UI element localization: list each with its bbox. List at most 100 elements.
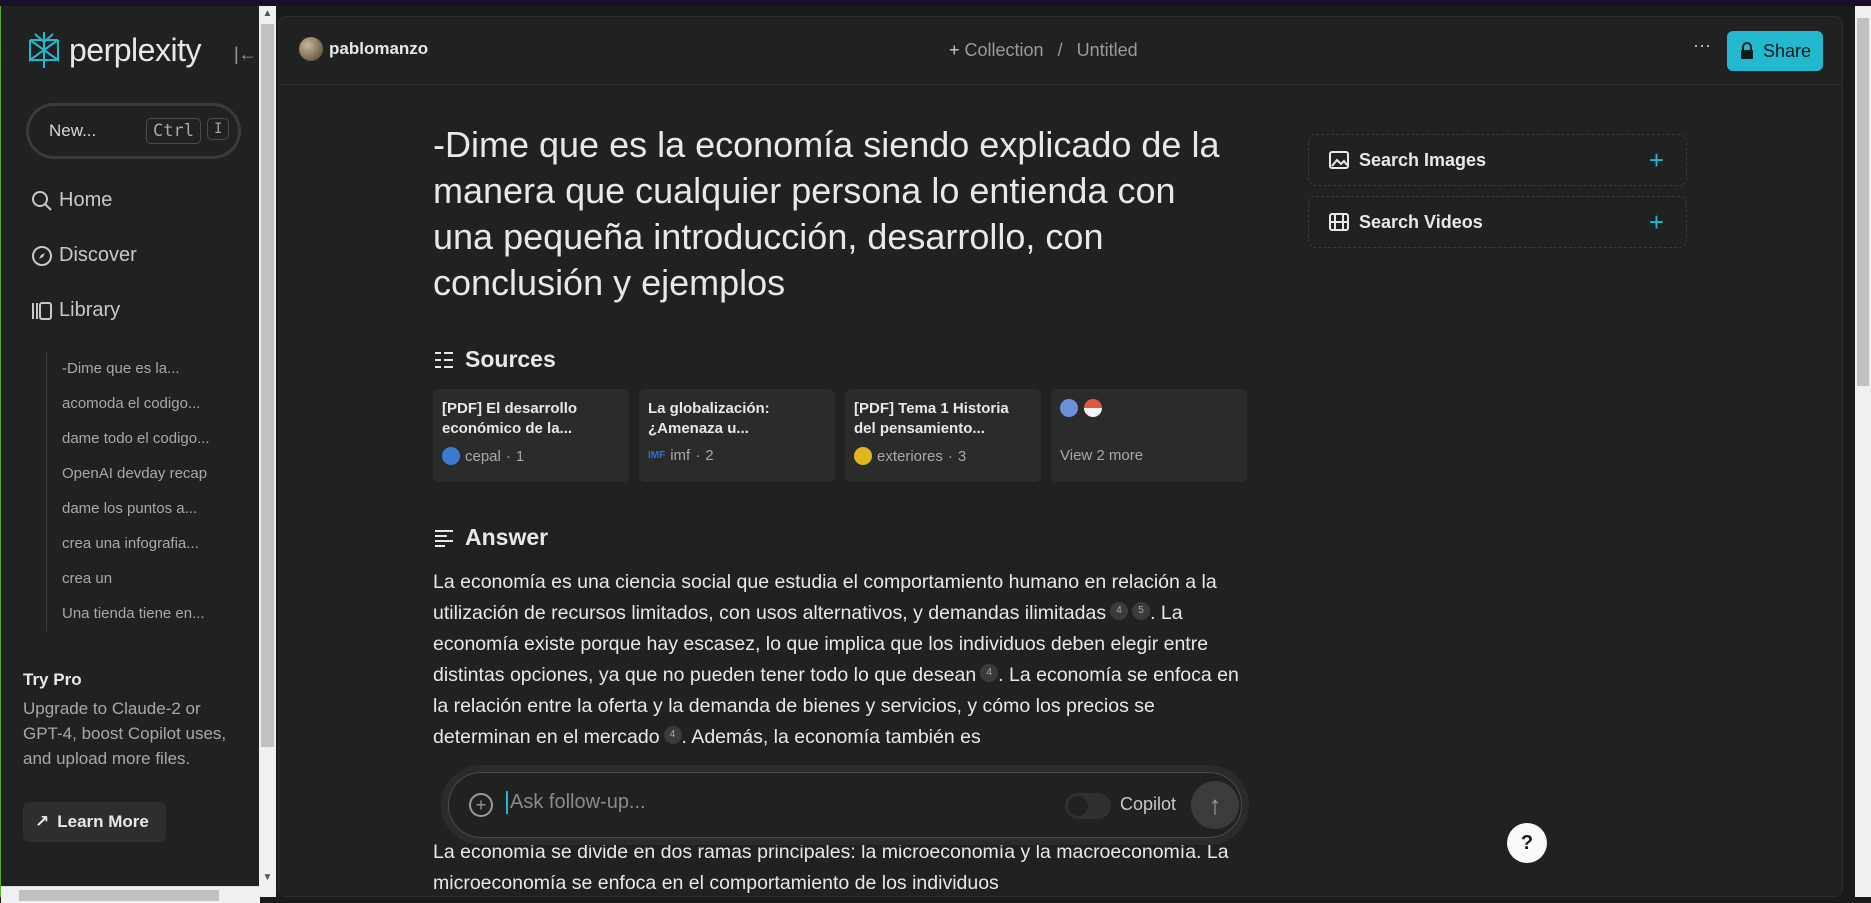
- nav-home[interactable]: Home: [31, 189, 112, 212]
- nav-library-label: Library: [59, 299, 121, 321]
- library-item[interactable]: crea una infografia...: [47, 526, 237, 561]
- source-card[interactable]: [PDF] Tema 1 Historia del pensamiento...…: [845, 389, 1041, 482]
- scroll-down-arrow-icon[interactable]: ▼: [259, 872, 276, 883]
- source-card[interactable]: La globalización: ¿Amenaza u... IMF imf …: [639, 389, 835, 482]
- logo[interactable]: perplexity: [27, 30, 201, 70]
- sources-label: Sources: [465, 346, 556, 372]
- followup-input-wrapper[interactable]: + Ask follow-up... Copilot ↑: [448, 772, 1242, 838]
- source-number: 1: [515, 447, 525, 465]
- search-icon: [32, 190, 52, 211]
- perplexity-logo-icon: [29, 32, 59, 68]
- spain-crest-icon: [854, 447, 872, 465]
- thread-header: pablomanzo + Collection / Untitled ··· S…: [279, 17, 1842, 85]
- search-videos-label: Search Videos: [1359, 211, 1483, 232]
- answer-sentence: . Además, la economía también es: [681, 726, 981, 748]
- breadcrumb: + Collection / Untitled: [949, 40, 1138, 61]
- attach-plus-icon[interactable]: +: [469, 793, 493, 817]
- library-item[interactable]: dame todo el codigo...: [47, 421, 237, 456]
- library-icon: [32, 301, 52, 320]
- more-options-icon[interactable]: ···: [1693, 35, 1711, 56]
- citation-badge[interactable]: 4: [980, 664, 999, 682]
- citation-badge[interactable]: 4: [663, 726, 682, 744]
- un-logo-icon: [442, 447, 460, 465]
- source-dot: ·: [947, 447, 953, 465]
- citation-badge[interactable]: 4: [1110, 602, 1129, 620]
- nav-library[interactable]: Library: [31, 299, 120, 322]
- site-favicon-icon: [1084, 399, 1102, 417]
- media-panel: Search Images + Search Videos +: [1308, 134, 1687, 258]
- followup-input[interactable]: Ask follow-up...: [506, 791, 646, 814]
- question-title: -Dime que es la economía siendo explicad…: [433, 124, 1220, 303]
- source-meta: cepal · 1: [442, 447, 620, 465]
- library-item[interactable]: dame los puntos a...: [47, 491, 237, 526]
- sources-icon: [435, 351, 453, 368]
- image-icon: [1329, 151, 1349, 169]
- search-images-label: Search Images: [1359, 149, 1487, 170]
- help-button[interactable]: ?: [1507, 823, 1547, 863]
- film-icon: [1329, 213, 1349, 231]
- sidebar-horizontal-scrollbar[interactable]: [1, 886, 260, 903]
- view-more-label: View 2 more: [1060, 447, 1144, 464]
- citation-badge[interactable]: 5: [1132, 602, 1151, 620]
- source-site: exteriores: [877, 447, 943, 465]
- nav-discover[interactable]: Discover: [31, 244, 137, 267]
- library-item[interactable]: crea un: [47, 561, 237, 596]
- source-number: 2: [705, 447, 714, 464]
- source-card[interactable]: [PDF] El desarrollo económico de la... c…: [433, 389, 629, 482]
- source-number: 3: [957, 447, 967, 465]
- sources-list: [PDF] El desarrollo económico de la... c…: [433, 389, 1247, 482]
- view-more-sources-card[interactable]: View 2 more: [1051, 389, 1247, 482]
- source-title: [PDF] El desarrollo económico de la...: [442, 400, 578, 437]
- globe-icon: [1060, 399, 1078, 417]
- answer-text: La economía es una ciencia social que es…: [433, 567, 1248, 753]
- learn-more-button[interactable]: ↗ Learn More: [23, 802, 166, 842]
- source-meta: IMF imf · 2: [648, 447, 826, 464]
- answer-label: Answer: [465, 524, 549, 550]
- imf-logo-icon: IMF: [648, 450, 666, 461]
- plus-icon: +: [1648, 207, 1664, 237]
- source-site: cepal: [465, 447, 501, 465]
- copilot-label: Copilot: [1120, 794, 1177, 814]
- new-thread-button[interactable]: New... Ctrl I: [26, 103, 241, 159]
- share-button[interactable]: Share: [1727, 31, 1823, 71]
- scrollbar-thumb[interactable]: [261, 24, 274, 747]
- kbd-ctrl: Ctrl: [146, 118, 201, 144]
- try-pro-panel: Try Pro Upgrade to Claude-2 or GPT-4, bo…: [23, 670, 243, 771]
- copilot-toggle[interactable]: [1065, 793, 1111, 819]
- send-arrow-icon[interactable]: ↑: [1191, 781, 1239, 829]
- sidebar: perplexity |← New... Ctrl I Home Discove…: [0, 6, 260, 903]
- source-dot: ·: [695, 447, 701, 464]
- breadcrumb-separator: /: [1057, 40, 1063, 60]
- answer-paragraph-2: La economía se divide en dos ramas princ…: [433, 841, 1229, 894]
- scrollbar-thumb[interactable]: [19, 890, 219, 901]
- collapse-sidebar-icon[interactable]: |←: [234, 44, 257, 65]
- scroll-up-arrow-icon[interactable]: ▲: [259, 8, 276, 19]
- scrollbar-thumb[interactable]: [1857, 18, 1869, 386]
- thread-title[interactable]: Untitled: [1077, 40, 1138, 61]
- try-pro-description: Upgrade to Claude-2 or GPT-4, boost Copi…: [23, 699, 227, 768]
- try-pro-title: Try Pro: [23, 670, 82, 689]
- user-profile[interactable]: pablomanzo: [299, 37, 428, 61]
- source-dot: ·: [505, 447, 511, 465]
- answer-heading: Answer: [433, 524, 548, 551]
- more-sources-icons: [1060, 399, 1238, 441]
- logo-text: perplexity: [69, 31, 201, 68]
- library-item[interactable]: -Dime que es la...: [47, 351, 237, 386]
- sidebar-scrollbar[interactable]: ▲ ▼: [259, 6, 276, 897]
- collection-label: Collection: [964, 40, 1044, 60]
- lock-icon: [1740, 42, 1753, 59]
- library-item[interactable]: OpenAI devday recap: [47, 456, 237, 491]
- library-item[interactable]: acomoda el codigo...: [47, 386, 237, 421]
- source-title: [PDF] Tema 1 Historia del pensamiento...: [854, 400, 1009, 437]
- main-scrollbar[interactable]: [1855, 6, 1871, 897]
- plus-icon: +: [1648, 145, 1664, 175]
- sources-heading: Sources: [433, 346, 556, 373]
- search-images-button[interactable]: Search Images +: [1308, 134, 1687, 186]
- source-meta: exteriores · 3: [854, 447, 1032, 465]
- avatar: [299, 37, 323, 61]
- library-item[interactable]: Una tienda tiene en...: [47, 596, 237, 631]
- search-videos-button[interactable]: Search Videos +: [1308, 196, 1687, 248]
- compass-icon: [32, 245, 52, 266]
- add-collection-button[interactable]: + Collection: [949, 40, 1044, 61]
- answer-sentence: La economía es una ciencia social que es…: [433, 571, 1217, 624]
